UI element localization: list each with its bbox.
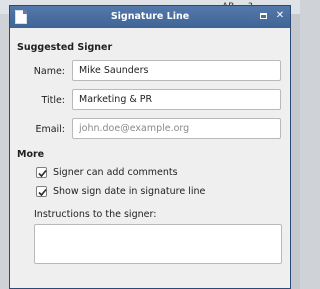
- checkmark-icon: [38, 188, 47, 197]
- suggested-signer-heading: Suggested Signer: [17, 42, 113, 53]
- show-sign-date-checkbox[interactable]: [36, 186, 47, 197]
- signature-line-dialog: Signature Line ✕ Suggested Signer Name: …: [9, 5, 291, 289]
- show-sign-date-label: Show sign date in signature line: [53, 186, 206, 197]
- dialog-title: Signature Line: [110, 11, 190, 22]
- checkmark-icon: [38, 169, 47, 178]
- signer-comments-label: Signer can add comments: [53, 167, 178, 178]
- maximize-icon[interactable]: [258, 10, 270, 22]
- name-field[interactable]: [72, 60, 281, 81]
- instructions-field[interactable]: [34, 224, 282, 264]
- title-field[interactable]: [72, 89, 281, 110]
- email-field[interactable]: [72, 118, 281, 139]
- signer-comments-checkbox[interactable]: [36, 167, 47, 178]
- close-icon[interactable]: ✕: [274, 10, 286, 22]
- email-label: Email:: [35, 124, 65, 135]
- title-bar[interactable]: Signature Line ✕: [10, 6, 290, 28]
- name-label: Name:: [33, 66, 65, 77]
- title-label: Title:: [41, 95, 65, 106]
- instructions-label: Instructions to the signer:: [34, 209, 157, 220]
- more-heading: More: [17, 149, 45, 160]
